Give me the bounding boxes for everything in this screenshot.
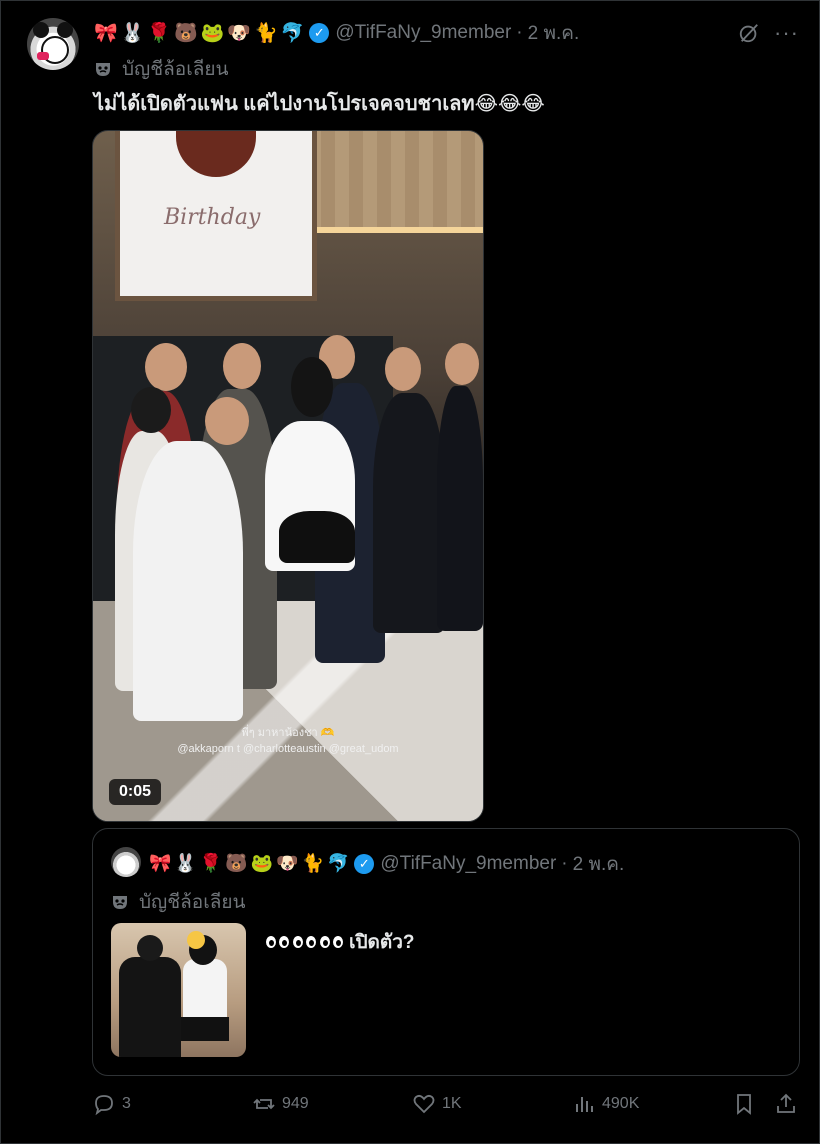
display-name-emoji-3[interactable]: 🌹 bbox=[147, 23, 171, 43]
person-white-tee bbox=[133, 441, 243, 721]
billboard: Birthday bbox=[115, 131, 317, 301]
quoted-name-emoji-7: 🐈 bbox=[301, 853, 324, 874]
eyes-emoji-icon bbox=[319, 935, 345, 949]
video-media[interactable]: Birthday พี่ๆ มาหาน้องชา 🫶 @akkaporn t @… bbox=[92, 130, 484, 822]
mask-icon bbox=[96, 63, 110, 76]
person-head bbox=[205, 397, 249, 445]
display-name-emoji-6[interactable]: 🐶 bbox=[227, 23, 251, 43]
quoted-name-emoji-5: 🐸 bbox=[250, 853, 274, 874]
user-handle[interactable]: @TifFaNy_9member bbox=[335, 22, 511, 44]
quoted-thumbnail[interactable] bbox=[111, 923, 246, 1057]
smiley-sticker-icon bbox=[187, 931, 205, 949]
billboard-text: Birthday bbox=[164, 205, 261, 230]
quoted-tweet[interactable]: 🎀 🐰 🌹 🐻 🐸 🐶 🐈 🐬 ✓ @TifFaNy_9member · 2 พ… bbox=[92, 828, 800, 1076]
action-bar: 3 949 1K 490K bbox=[92, 1092, 802, 1126]
quoted-name-emoji-6: 🐶 bbox=[276, 853, 299, 874]
quoted-name-emoji-3: 🌹 bbox=[199, 853, 223, 874]
person-black-suit bbox=[373, 393, 445, 633]
person-head bbox=[223, 343, 261, 389]
separator-dot: · bbox=[516, 22, 523, 43]
quoted-name-emoji-8: 🐬 bbox=[326, 853, 350, 874]
person-head bbox=[445, 343, 479, 385]
video-duration: 0:05 bbox=[109, 779, 162, 805]
tweet-header: 🎀 🐰 🌹 🐻 🐸 🐶 🐈 🐬 ✓ @TifFaNy_9member · 2 พ… bbox=[94, 20, 579, 46]
bookmark-icon bbox=[737, 1094, 751, 1115]
avatar[interactable] bbox=[27, 18, 79, 70]
parody-label-text: บัญชีล้อเลียน bbox=[122, 59, 229, 80]
mask-icon bbox=[113, 896, 127, 909]
view-count: 490K bbox=[602, 1095, 640, 1112]
heart-icon bbox=[413, 1094, 435, 1114]
person-black-glasses bbox=[437, 386, 483, 631]
separator-dot: · bbox=[561, 853, 568, 874]
like-count: 1K bbox=[442, 1095, 462, 1112]
bookmark-button[interactable] bbox=[732, 1092, 762, 1116]
verified-badge-icon[interactable]: ✓ bbox=[309, 23, 330, 43]
thumbnail-man-head bbox=[137, 935, 163, 961]
share-icon bbox=[777, 1093, 795, 1113]
wood-wall bbox=[307, 131, 483, 231]
person-black-skirt bbox=[279, 511, 355, 563]
views-icon bbox=[576, 1097, 593, 1112]
display-name-emoji-8[interactable]: 🐬 bbox=[281, 23, 305, 43]
quoted-name-emoji-4: 🐻 bbox=[225, 853, 248, 874]
grok-icon[interactable] bbox=[738, 22, 760, 44]
share-button[interactable] bbox=[774, 1092, 804, 1116]
quoted-avatar[interactable] bbox=[111, 847, 141, 877]
more-options-icon[interactable]: ··· bbox=[774, 20, 799, 46]
display-name-emoji-5[interactable]: 🐸 bbox=[201, 23, 225, 43]
display-name-emoji-2[interactable]: 🐰 bbox=[121, 23, 145, 43]
avatar-bow bbox=[37, 52, 49, 60]
video-caption-line-1: พี่ๆ มาหาน้องชา 🫶 bbox=[241, 727, 335, 739]
quoted-handle: @TifFaNy_9member bbox=[380, 853, 557, 874]
quoted-name-emoji-1: 🎀 bbox=[149, 853, 172, 874]
display-name-emoji-1[interactable]: 🎀 bbox=[94, 23, 118, 43]
person-head bbox=[385, 347, 421, 391]
eyes-emoji-icon bbox=[292, 935, 318, 949]
repost-button[interactable]: 949 bbox=[252, 1092, 309, 1116]
repost-icon bbox=[253, 1098, 275, 1110]
quoted-text-row: เปิดตัว? bbox=[265, 927, 415, 957]
quoted-timestamp: 2 พ.ค. bbox=[572, 854, 625, 875]
quoted-name-emoji-2: 🐰 bbox=[174, 853, 197, 874]
person-head bbox=[131, 387, 171, 433]
verified-badge-icon: ✓ bbox=[354, 854, 375, 874]
thumbnail-man bbox=[119, 957, 181, 1057]
reply-icon bbox=[95, 1095, 113, 1116]
video-caption-line-2: @akkaporn t @charlotteaustin @great_udom bbox=[177, 743, 399, 755]
quoted-parody-label: บัญชีล้อเลียน bbox=[111, 887, 245, 917]
billboard-portrait bbox=[176, 131, 256, 177]
eyes-emoji-icon bbox=[265, 935, 291, 949]
display-name-emoji-7[interactable]: 🐈 bbox=[254, 23, 278, 43]
tweet-timestamp[interactable]: 2 พ.ค. bbox=[528, 18, 580, 48]
reply-button[interactable]: 3 bbox=[92, 1092, 131, 1116]
parody-label: บัญชีล้อเลียน bbox=[94, 54, 228, 84]
quoted-text: เปิดตัว? bbox=[349, 932, 415, 953]
reply-count: 3 bbox=[122, 1095, 131, 1112]
thumbnail-skirt bbox=[181, 1017, 229, 1041]
views-button[interactable]: 490K bbox=[572, 1092, 639, 1116]
quoted-parody-label-text: บัญชีล้อเลียน bbox=[139, 892, 246, 913]
person-head bbox=[145, 343, 187, 391]
wall-light bbox=[307, 227, 483, 233]
repost-count: 949 bbox=[282, 1095, 309, 1112]
like-button[interactable]: 1K bbox=[412, 1092, 462, 1116]
person-head bbox=[291, 357, 333, 417]
display-name-emoji-4[interactable]: 🐻 bbox=[174, 23, 198, 43]
quoted-header: 🎀 🐰 🌹 🐻 🐸 🐶 🐈 🐬 ✓ @TifFaNy_9member · 2 พ… bbox=[149, 849, 624, 879]
tweet-text: ไม่ได้เปิดตัวแฟน แค่ไปงานโปรเจคจบชาเลท😂😂… bbox=[94, 93, 545, 115]
thumbnail-girl bbox=[183, 959, 227, 1023]
